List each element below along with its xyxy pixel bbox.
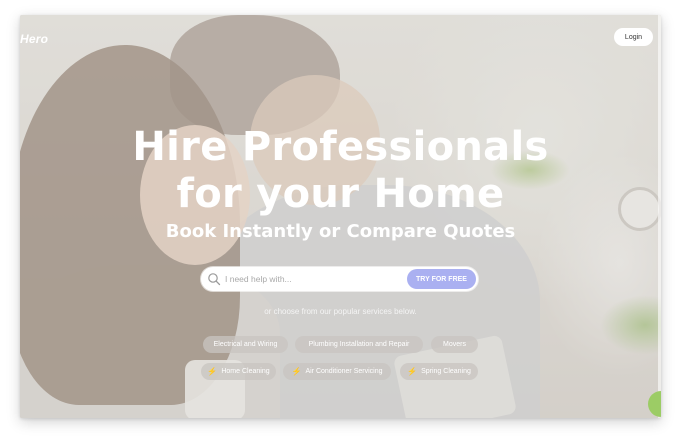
- service-chip-home-cleaning[interactable]: ⚡ Home Cleaning: [201, 363, 276, 380]
- service-chip-movers[interactable]: Movers: [431, 336, 478, 353]
- hero-title-line1: Hire Professionals: [132, 124, 549, 170]
- service-chip-label: Electrical and Wiring: [213, 341, 278, 348]
- lightning-bolt-icon: ⚡: [407, 367, 418, 376]
- service-chip-label: Home Cleaning: [221, 368, 270, 375]
- service-chip-plumbing[interactable]: Plumbing Installation and Repair: [295, 336, 423, 353]
- service-chip-label: Spring Cleaning: [421, 368, 471, 375]
- service-chip-label: Air Conditioner Servicing: [305, 368, 383, 375]
- hero-subtitle: Book Instantly or Compare Quotes: [165, 221, 516, 242]
- lightning-bolt-icon: ⚡: [291, 367, 302, 376]
- search-bar: TRY FOR FREE: [201, 267, 478, 291]
- service-chip-spring-cleaning[interactable]: ⚡ Spring Cleaning: [400, 363, 478, 380]
- site-logo[interactable]: Hero: [20, 32, 48, 46]
- search-icon: [208, 273, 221, 286]
- try-for-free-button[interactable]: TRY FOR FREE: [407, 269, 476, 289]
- service-chip-electrical[interactable]: Electrical and Wiring: [203, 336, 288, 353]
- service-chip-air-conditioner[interactable]: ⚡ Air Conditioner Servicing: [283, 363, 391, 380]
- lightning-bolt-icon: ⚡: [207, 367, 218, 376]
- service-chip-label: Plumbing Installation and Repair: [308, 341, 410, 348]
- popular-services-intro: or choose from our popular services belo…: [264, 307, 417, 316]
- hero-title-line2: for your Home: [176, 171, 505, 217]
- search-input[interactable]: [225, 274, 407, 284]
- login-button[interactable]: Login: [614, 28, 653, 46]
- service-chip-label: Movers: [443, 341, 466, 348]
- browser-viewport: Hero Login Hire Professionals for your H…: [20, 15, 661, 418]
